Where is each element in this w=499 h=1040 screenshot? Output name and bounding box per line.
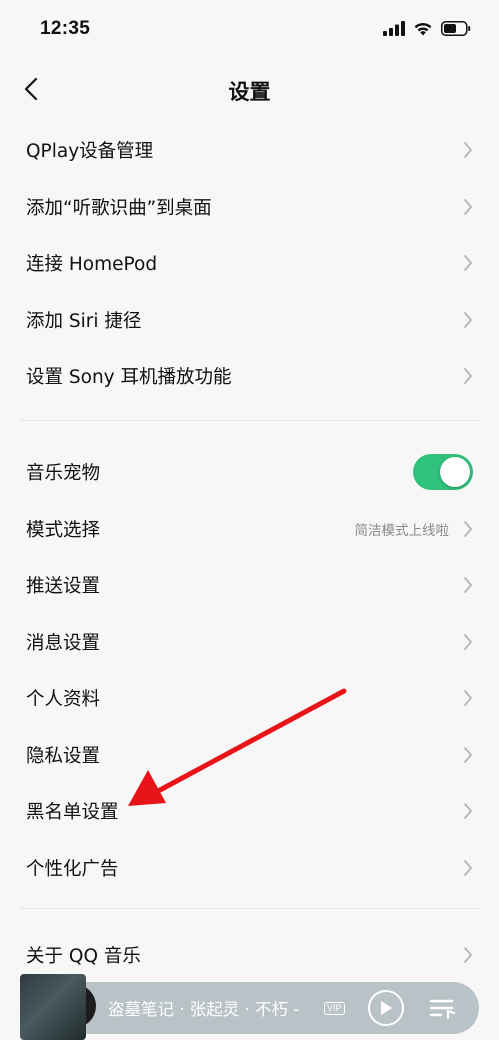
mode-select-row[interactable]: 模式选择 简洁模式上线啦	[0, 501, 499, 558]
chevron-right-icon	[463, 633, 473, 651]
row-label: QPlay设备管理	[26, 141, 154, 163]
row-label: 音乐宠物	[26, 463, 101, 485]
section-divider	[20, 908, 479, 909]
toggle-knob	[440, 457, 470, 488]
chevron-right-icon	[463, 311, 473, 329]
row-label: 推送设置	[26, 576, 101, 598]
settings-group-devices: QPlay设备管理 添加“听歌识曲”到桌面 连接 HomePod 添加 Siri…	[0, 122, 499, 405]
battery-icon	[441, 21, 471, 36]
row-label: 隐私设置	[26, 745, 101, 767]
chevron-right-icon	[463, 689, 473, 707]
row-label: 个性化广告	[26, 858, 119, 880]
qplay-device-row[interactable]: QPlay设备管理	[0, 122, 499, 179]
row-label: 设置 Sony 耳机播放功能	[26, 367, 232, 389]
add-siri-shortcut-row[interactable]: 添加 Siri 捷径	[0, 292, 499, 349]
row-label: 个人资料	[26, 689, 101, 711]
nav-bar: 设置	[0, 62, 499, 118]
music-pet-row: 音乐宠物	[0, 444, 499, 501]
connect-homepod-row[interactable]: 连接 HomePod	[0, 235, 499, 292]
vip-badge: VIP	[324, 1002, 345, 1015]
page-title: 设置	[228, 80, 271, 104]
sony-headphone-row[interactable]: 设置 Sony 耳机播放功能	[0, 348, 499, 405]
row-label: 黑名单设置	[26, 802, 119, 824]
chevron-right-icon	[463, 802, 473, 820]
chevron-right-icon	[463, 946, 473, 964]
row-label: 添加“听歌识曲”到桌面	[26, 197, 212, 219]
row-label: 关于 QQ 音乐	[26, 946, 141, 968]
mini-player[interactable]: 盗墓笔记 · 张起灵 · 不朽 - VIP	[20, 974, 479, 1040]
row-label: 模式选择	[26, 519, 101, 541]
status-time: 12:35	[40, 18, 91, 39]
row-label: 消息设置	[26, 632, 101, 654]
push-settings-row[interactable]: 推送设置	[0, 557, 499, 614]
mode-value: 简洁模式上线啦	[354, 522, 450, 539]
mini-player-song: 盗墓笔记 · 张起灵 · 不朽 -	[108, 1000, 300, 1019]
chevron-right-icon	[463, 859, 473, 877]
personalized-ads-row[interactable]: 个性化广告	[0, 840, 499, 897]
status-bar: 12:35	[0, 0, 499, 62]
wifi-icon	[414, 23, 432, 36]
chevron-right-icon	[463, 746, 473, 764]
signal-icon	[383, 21, 405, 36]
status-icons	[383, 21, 471, 36]
privacy-settings-row[interactable]: 隐私设置	[0, 727, 499, 784]
settings-group-general: 音乐宠物 模式选择 简洁模式上线啦 推送设置 消息设置 个人资料 隐私设置 黑名…	[0, 444, 499, 896]
message-settings-row[interactable]: 消息设置	[0, 614, 499, 671]
chevron-right-icon	[463, 254, 473, 272]
chevron-right-icon	[463, 198, 473, 216]
play-button[interactable]	[368, 990, 404, 1026]
add-song-recognition-row[interactable]: 添加“听歌识曲”到桌面	[0, 179, 499, 236]
profile-row[interactable]: 个人资料	[0, 670, 499, 727]
chevron-right-icon	[463, 367, 473, 385]
album-cover[interactable]	[20, 974, 86, 1040]
music-pet-toggle[interactable]	[413, 454, 473, 491]
chevron-right-icon	[463, 520, 473, 538]
chevron-right-icon	[463, 576, 473, 594]
section-divider	[20, 420, 479, 421]
play-icon	[381, 1001, 392, 1015]
chevron-right-icon	[463, 141, 473, 159]
row-label: 添加 Siri 捷径	[26, 310, 142, 332]
blacklist-settings-row[interactable]: 黑名单设置	[0, 783, 499, 840]
row-label: 连接 HomePod	[26, 254, 158, 276]
